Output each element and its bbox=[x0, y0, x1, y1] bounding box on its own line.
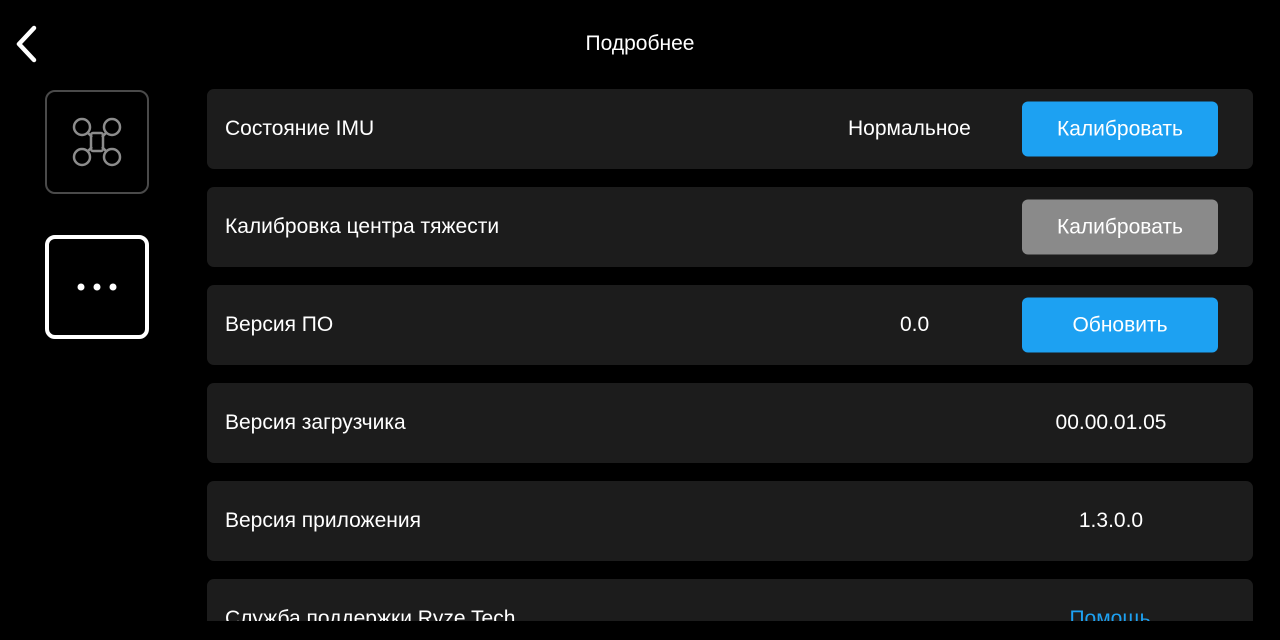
row-support: Служба поддержки Ryze Tech Помощь bbox=[207, 579, 1253, 621]
app-version-value: 1.3.0.0 bbox=[1078, 509, 1144, 532]
support-label: Служба поддержки Ryze Tech bbox=[225, 607, 516, 621]
bootloader-version-value: 00.00.01.05 bbox=[1055, 411, 1167, 434]
app-version-label: Версия приложения bbox=[225, 509, 421, 532]
tab-more[interactable] bbox=[45, 235, 149, 339]
firmware-version-label: Версия ПО bbox=[225, 313, 334, 336]
imu-status-label: Состояние IMU bbox=[225, 117, 375, 140]
row-bootloader-version: Версия загрузчика 00.00.01.05 bbox=[207, 383, 1253, 463]
row-imu-status: Состояние IMU Нормальное Калибровать bbox=[207, 89, 1253, 169]
drone-icon bbox=[72, 117, 122, 167]
row-app-version: Версия приложения 1.3.0.0 bbox=[207, 481, 1253, 561]
gravity-calibrate-button[interactable]: Калибровать bbox=[1022, 199, 1218, 255]
imu-status-value: Нормальное bbox=[848, 117, 971, 140]
app-screen: Подробнее Состояние IMU Нормальное Калиб… bbox=[0, 0, 1280, 640]
firmware-update-button[interactable]: Обновить bbox=[1022, 297, 1218, 353]
page-title: Подробнее bbox=[585, 32, 695, 55]
row-firmware-version: Версия ПО 0.0 Обновить bbox=[207, 285, 1253, 365]
firmware-version-value: 0.0 bbox=[900, 313, 930, 336]
row-gravity-calibration: Калибровка центра тяжести Калибровать bbox=[207, 187, 1253, 267]
settings-list[interactable]: Состояние IMU Нормальное Калибровать Кал… bbox=[207, 89, 1253, 621]
help-link[interactable]: Помощь bbox=[1020, 607, 1200, 621]
tab-drone[interactable] bbox=[45, 90, 149, 194]
bootloader-version-label: Версия загрузчика bbox=[225, 411, 406, 434]
more-icon bbox=[77, 283, 117, 291]
imu-calibrate-button[interactable]: Калибровать bbox=[1022, 101, 1218, 157]
gravity-calibration-label: Калибровка центра тяжести bbox=[225, 215, 500, 238]
